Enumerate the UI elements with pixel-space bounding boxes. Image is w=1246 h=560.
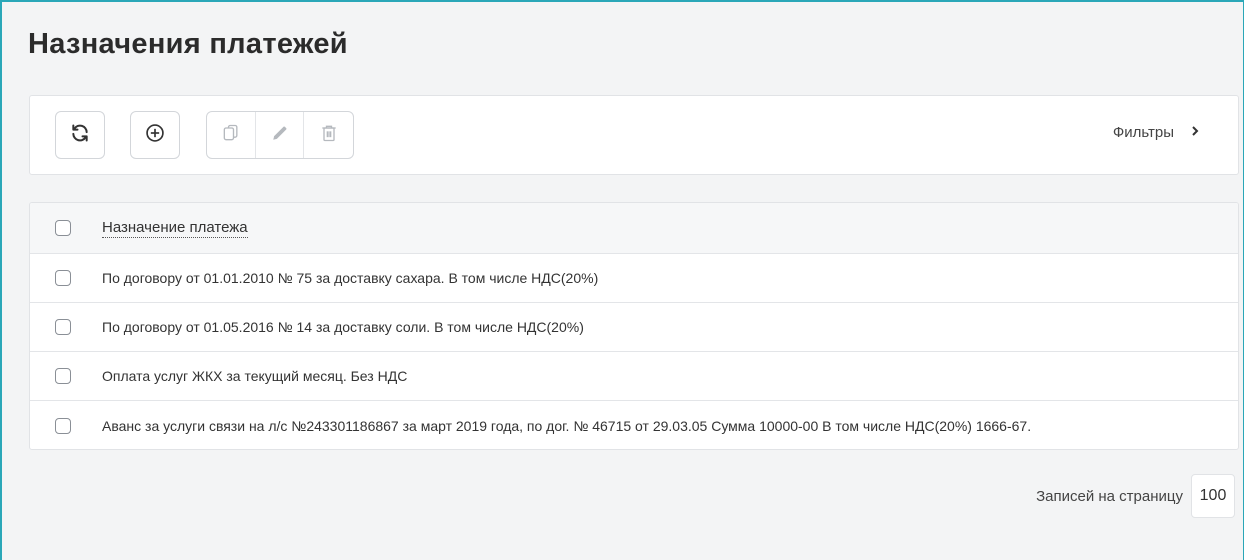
table-row[interactable]: По договору от 01.01.2010 № 75 за достав… [30,254,1238,303]
row-purpose-text: По договору от 01.01.2010 № 75 за достав… [102,270,599,286]
page-title: Назначения платежей [28,28,348,60]
table-row[interactable]: Аванс за услуги связи на л/с №2433011868… [30,401,1238,449]
row-checkbox[interactable] [55,368,71,384]
row-purpose-text: По договору от 01.05.2016 № 14 за достав… [102,319,584,335]
edit-button[interactable] [256,112,305,158]
page-size-select[interactable]: 100 [1191,474,1235,518]
toolbar: Фильтры [29,95,1239,175]
payment-purposes-table: Назначение платежа По договору от 01.01.… [29,202,1239,450]
plus-circle-icon [145,123,165,148]
pencil-icon [271,124,289,147]
chevron-right-icon [1190,124,1200,141]
table-row[interactable]: Оплата услуг ЖКХ за текущий месяц. Без Н… [30,352,1238,401]
filters-toggle[interactable]: Фильтры [1113,124,1200,141]
row-purpose-text: Аванс за услуги связи на л/с №2433011868… [102,417,1032,434]
trash-icon [319,123,339,148]
row-checkbox[interactable] [55,319,71,335]
filters-label: Фильтры [1112,124,1174,141]
row-purpose-text: Оплата услуг ЖКХ за текущий месяц. Без Н… [102,368,408,384]
copy-icon [221,123,241,148]
copy-button[interactable] [207,112,256,158]
row-actions-group [206,111,354,159]
table-row[interactable]: По договору от 01.05.2016 № 14 за достав… [30,303,1238,352]
app-frame: Назначения платежей Фильтры Назначение п… [0,0,1244,560]
pagination: Записей на страницу 100 [1036,474,1235,518]
row-checkbox[interactable] [55,417,71,434]
refresh-button[interactable] [55,111,105,159]
refresh-icon [70,123,90,148]
column-header-purpose[interactable]: Назначение платежа [102,219,248,238]
delete-button[interactable] [304,112,353,158]
row-checkbox[interactable] [55,270,71,286]
table-header-row: Назначение платежа [30,203,1238,254]
select-all-checkbox[interactable] [55,220,71,236]
page-size-label: Записей на страницу [1036,487,1183,505]
add-button[interactable] [130,111,180,159]
